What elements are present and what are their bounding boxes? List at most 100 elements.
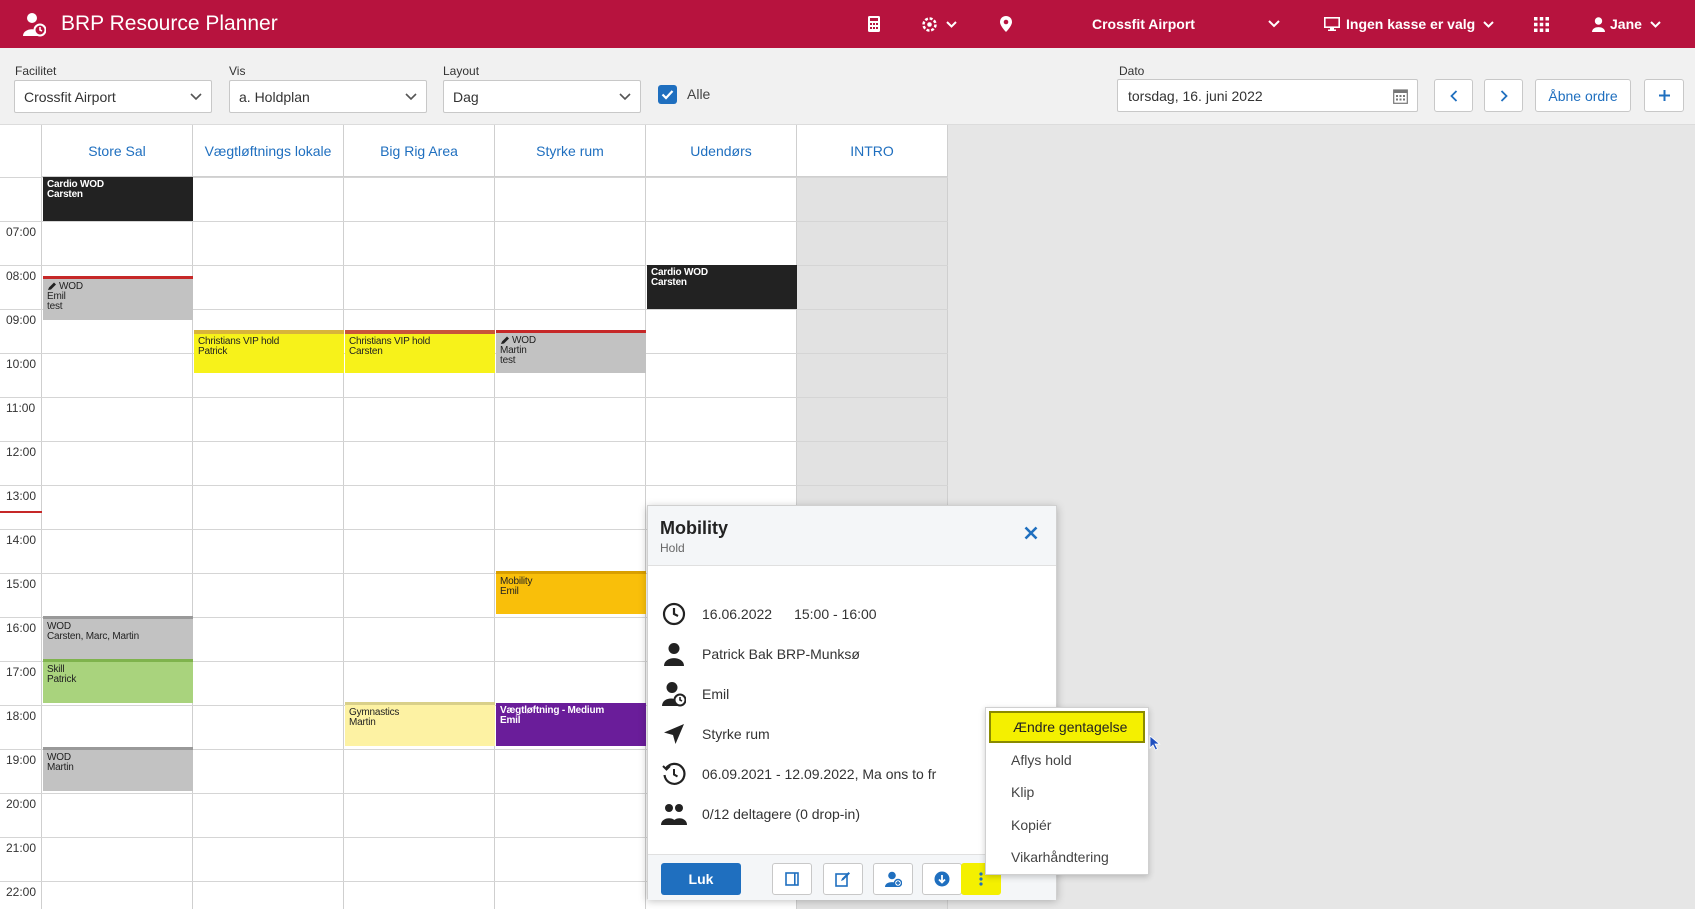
calendar-icon[interactable] [1393,88,1408,104]
add-button[interactable] [1644,79,1684,112]
user-icon [1592,16,1605,32]
time-label: 15:00 [6,577,37,591]
vis-select[interactable]: a. Holdplan [229,80,427,113]
settings-icon [922,16,937,32]
previous-day-button[interactable] [1434,79,1473,112]
register-selector[interactable]: Ingen kasse er valg [1324,0,1494,48]
time-label: 19:00 [6,753,37,767]
time-label: 11:00 [6,401,36,415]
time-label: 07:00 [6,225,37,239]
menu-item-change-recurrence[interactable]: Ændre gentagelse [989,711,1145,743]
event-vaegtloftning-medium[interactable]: Vægtløftning - Medium Emil [496,703,646,746]
popup-location-row: Styrke rum [660,720,770,748]
event-instructor: Emil [500,715,521,726]
popup-subtitle: Hold [660,541,685,555]
event-instructor: Carsten, Marc, Martin [47,631,139,642]
popup-header: Mobility Hold [648,506,1056,566]
alle-checkbox[interactable] [658,85,677,104]
plus-icon [1658,90,1670,101]
assign-person-button[interactable] [873,863,913,895]
apps-menu-button[interactable] [1534,0,1549,48]
pencil-icon [48,282,56,290]
column-header[interactable]: INTRO [797,125,947,177]
check-icon [661,90,674,100]
time-label: 08:00 [6,269,37,283]
layout-select[interactable]: Dag [443,80,641,113]
event-gymnastics[interactable]: Gymnastics Martin [345,702,495,746]
group-icon [661,804,687,825]
menu-item-label: Kopiér [1011,817,1052,833]
chevron-down-icon [946,20,957,28]
menu-item-cut[interactable]: Klip [986,776,1148,808]
column-styrke-rum[interactable]: Styrke rum [495,125,646,909]
chevron-down-icon [190,93,202,101]
event-wod[interactable]: WOD Carsten, Marc, Martin [43,616,193,659]
menu-item-label: Klip [1011,784,1035,800]
app-title: BRP Resource Planner [61,12,278,35]
popup-instructor-row: Emil [660,680,729,708]
event-wod[interactable]: WOD Martin [43,747,193,791]
column-header[interactable]: Vægtløftnings lokale [193,125,343,177]
chevron-down-icon [619,93,631,101]
user-menu[interactable]: Jane [1592,0,1661,48]
panel-button[interactable] [772,863,812,895]
time-label: 22:00 [6,885,37,899]
calculator-icon [868,16,880,32]
event-instructor: Carsten [651,277,687,288]
event-cardio-wod[interactable]: Cardio WOD Carsten [647,265,797,309]
menu-item-copy[interactable]: Kopiér [986,809,1148,841]
mouse-cursor-icon [1149,735,1161,751]
time-label: 18:00 [6,709,37,723]
column-vaegtloftnings-lokale[interactable]: Vægtløftnings lokale [193,125,344,909]
time-column [0,125,42,909]
close-icon[interactable] [1024,526,1038,540]
download-button[interactable] [922,863,962,895]
column-header[interactable]: Styrke rum [495,125,645,177]
time-label: 10:00 [6,357,37,371]
date-input[interactable]: torsdag, 16. juni 2022 [1117,79,1418,112]
location-button[interactable] [1000,0,1012,48]
hour-line [0,397,948,398]
popup-date-row: 16.06.2022 15:00 - 16:00 [660,600,877,628]
event-instructor: Martin [500,345,527,356]
location-pin-icon [1000,16,1012,32]
event-christians-vip-hold[interactable]: Christians VIP hold Carsten [345,330,495,373]
current-time-marker [0,511,42,513]
time-label: 12:00 [6,445,37,459]
column-big-rig-area[interactable]: Big Rig Area [344,125,495,909]
download-icon [934,871,950,887]
event-cardio-wod[interactable]: Cardio WOD Carsten [43,177,193,221]
column-header[interactable]: Big Rig Area [344,125,494,177]
edit-icon [835,872,850,887]
event-christians-vip-hold[interactable]: Christians VIP hold Patrick [194,330,344,373]
column-store-sal[interactable]: Store Sal [42,125,193,909]
popup-owner-row: Patrick Bak BRP-Munksø [660,640,860,668]
event-mobility[interactable]: Mobility Emil [496,571,646,614]
popup-recurrence: 06.09.2021 - 12.09.2022, Ma ons to fr [702,766,937,782]
event-skill[interactable]: Skill Patrick [43,659,193,703]
event-wod[interactable]: WOD Martin test [496,330,646,373]
popup-location: Styrke rum [702,726,770,742]
time-label: 20:00 [6,797,37,811]
close-button[interactable]: Luk [661,863,741,895]
popup-participants-row: 0/12 deltagere (0 drop-in) [660,800,860,828]
edit-button[interactable] [823,863,863,895]
menu-item-substitute-management[interactable]: Vikarhåndtering [986,841,1148,873]
facilitet-select[interactable]: Crossfit Airport [14,80,212,113]
menu-item-label: Vikarhåndtering [1011,849,1109,865]
popup-instructor: Emil [702,686,730,702]
settings-menu-button[interactable] [921,0,957,48]
menu-item-cancel-class[interactable]: Aflys hold [986,744,1148,776]
column-header[interactable]: Store Sal [42,125,192,177]
open-orders-button[interactable]: Åbne ordre [1535,79,1631,112]
next-day-button[interactable] [1484,79,1523,112]
column-header[interactable]: Udendørs [646,125,796,177]
menu-item-label: Ændre gentagelse [1013,719,1128,735]
facility-selector[interactable]: Crossfit Airport [1092,0,1288,48]
calculator-button[interactable] [868,0,880,48]
event-instructor: Carsten [47,189,83,200]
event-wod[interactable]: WOD Emil test [43,276,193,320]
user-name: Jane [1610,16,1642,32]
popup-recurrence-row: 06.09.2021 - 12.09.2022, Ma ons to fr [660,760,936,788]
popup-title: Mobility [660,518,728,538]
